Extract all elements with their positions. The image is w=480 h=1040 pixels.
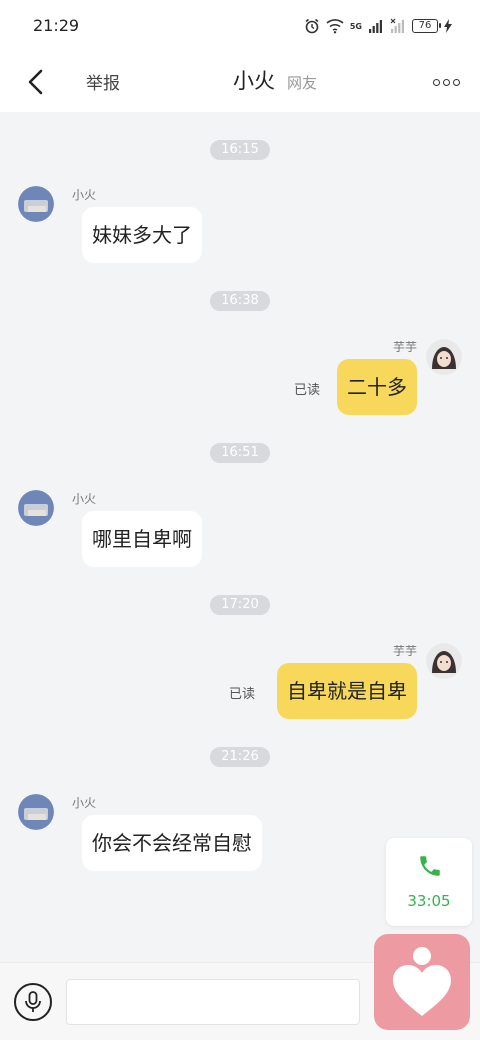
avatar[interactable] [18, 794, 54, 830]
contact-name: 小火 [233, 69, 275, 93]
voice-button[interactable] [14, 983, 52, 1021]
more-options-button[interactable] [430, 70, 462, 94]
microphone-icon [25, 991, 41, 1012]
heart-button[interactable] [374, 934, 470, 1030]
signal-icon [369, 20, 382, 33]
user-avatar-icon [426, 643, 462, 679]
sender-name: 芋芋 [392, 644, 417, 658]
more-dot-icon [452, 78, 460, 86]
wifi-icon [326, 19, 344, 34]
message-bubble[interactable]: 哪里自卑啊 [82, 511, 202, 567]
message-bubble[interactable]: 二十多 [337, 359, 417, 415]
chat-title: 小火 网友 [233, 65, 317, 95]
message-bubble[interactable]: 你会不会经常自慰 [82, 815, 262, 871]
status-time: 21:29 [33, 16, 80, 35]
status-icons: 5G 76 [304, 16, 452, 36]
alarm-icon [305, 18, 319, 34]
timestamp: 16:15 [210, 140, 270, 160]
avatar[interactable] [426, 339, 462, 375]
signal-no-service-icon [390, 18, 404, 33]
message-input[interactable] [66, 979, 360, 1025]
chat-header: 举报 小火 网友 [0, 52, 480, 112]
avatar[interactable] [426, 643, 462, 679]
more-dot-icon [442, 78, 450, 86]
contact-avatar-icon [18, 490, 54, 526]
read-status: 已读 [294, 383, 321, 398]
phone-icon [420, 856, 440, 876]
contact-relation: 网友 [287, 74, 318, 92]
status-bar: 21:29 5G 76 [0, 0, 480, 52]
back-button[interactable] [18, 64, 54, 100]
timestamp: 16:38 [210, 291, 270, 311]
user-avatar-icon [426, 339, 462, 375]
call-widget[interactable]: 33:05 [386, 838, 472, 926]
timestamp: 17:20 [210, 595, 270, 615]
timestamp: 16:51 [210, 443, 270, 463]
avatar[interactable] [18, 490, 54, 526]
timestamp: 21:26 [210, 747, 270, 767]
contact-avatar-icon [18, 186, 54, 222]
sender-name: 小火 [72, 796, 97, 810]
network-5g-icon: 5G [349, 21, 362, 31]
battery-icon: 76 [412, 19, 441, 33]
charging-icon [444, 19, 452, 33]
message-bubble[interactable]: 自卑就是自卑 [277, 663, 417, 719]
chevron-left-icon [28, 69, 43, 95]
more-dot-icon [432, 78, 440, 86]
call-duration: 33:05 [407, 892, 451, 910]
read-status: 已读 [229, 687, 256, 702]
sender-name: 小火 [72, 492, 97, 506]
sender-name: 芋芋 [392, 340, 417, 354]
contact-avatar-icon [18, 794, 54, 830]
sender-name: 小火 [72, 188, 97, 202]
message-bubble[interactable]: 妹妹多大了 [82, 207, 202, 263]
report-button[interactable]: 举报 [86, 69, 120, 94]
heart-person-icon [393, 947, 451, 1016]
avatar[interactable] [18, 186, 54, 222]
